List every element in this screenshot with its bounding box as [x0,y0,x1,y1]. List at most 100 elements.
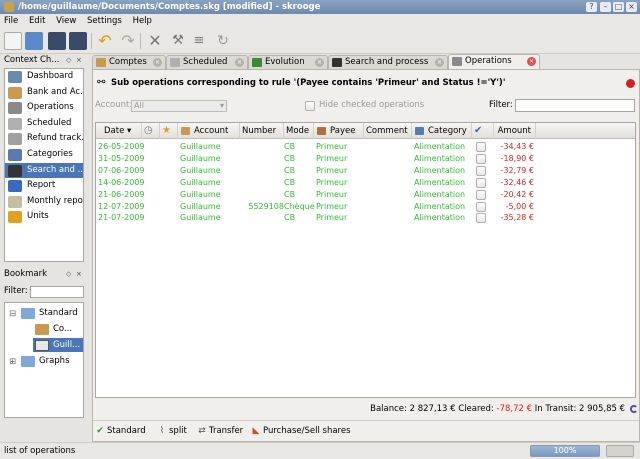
column-header-2[interactable]: ★ [160,123,178,139]
close-tab-icon[interactable]: × [235,58,244,67]
categories-icon [8,148,22,161]
context-item-1[interactable]: Bank and Ac... [5,85,83,101]
operations-bookmark-icon [35,340,49,351]
bookmark-comptes[interactable]: Co... [53,322,72,336]
undo-icon[interactable]: ↶ [96,32,114,50]
bookmark-graphs[interactable]: Graphs [39,354,70,368]
column-header-3[interactable]: Account [178,123,240,139]
status-checkbox[interactable] [476,153,486,164]
context-item-0[interactable]: Dashboard [5,69,83,85]
column-header-5[interactable]: Mode [284,123,314,139]
context-item-4[interactable]: Refund track... [5,131,83,147]
context-item-8[interactable]: Monthly repor [5,194,83,210]
save-icon[interactable] [48,32,66,50]
report-icon [8,180,22,193]
split-button[interactable]: ⌇ split [157,425,187,437]
menu-file[interactable]: File [4,16,18,26]
status-checkbox[interactable] [476,213,486,224]
float-bookmark-icon[interactable]: ◇ [66,268,71,280]
tab-4[interactable]: Operations × [448,54,540,69]
table-row[interactable]: 21-07-2009 Guillaume CB Primeur Alimentation… [96,212,635,224]
cell-category: Alimentation [414,213,466,223]
close-tab-icon[interactable]: × [435,58,444,67]
table-row[interactable]: 31-05-2009 Guillaume CB Primeur Alimentation… [96,153,635,165]
column-header-9[interactable]: ✔ [472,123,494,139]
tab-2[interactable]: Evolution × [248,55,328,69]
redo-icon[interactable]: ↷ [119,32,137,50]
close-rule-icon[interactable] [626,79,635,88]
title-bar[interactable]: /home/guillaume/Documents/Comptes.skg [m… [0,0,640,14]
status-checkbox[interactable] [476,189,486,200]
column-header-1[interactable]: ◷ [142,123,160,139]
tab-3[interactable]: Search and process × [328,55,448,69]
bookmark-standard[interactable]: Standard [39,306,78,320]
purchase-sell-button[interactable]: ◣ Purchase/Sell shares [251,425,351,437]
new-document-icon[interactable] [4,32,22,50]
tab-1[interactable]: Scheduled × [166,55,248,69]
cell-mode: CB [284,153,296,163]
settings-sliders-icon[interactable]: ≡ [190,32,208,50]
bookmark-filter-input[interactable] [30,286,84,298]
refresh-icon[interactable]: ↻ [214,32,232,50]
hide-checked-checkbox[interactable] [305,101,315,111]
delete-icon[interactable]: ✕ [146,32,164,50]
close-tab-icon[interactable]: × [315,58,324,67]
context-item-5[interactable]: Categories [5,147,83,163]
status-checkbox[interactable] [476,177,486,188]
menu-edit[interactable]: Edit [29,16,45,26]
bookmark-guillaume[interactable]: Guill... [53,338,80,352]
context-item-label: Categories [27,148,73,159]
open-icon[interactable] [25,32,43,50]
context-item-9[interactable]: Units [5,209,83,225]
status-checkbox[interactable] [476,142,486,152]
column-header-7[interactable]: Comment [364,123,412,139]
status-checkbox[interactable] [476,201,486,212]
column-header-0[interactable]: Date ▾ [96,123,142,139]
table-row[interactable]: 07-06-2009 Guillaume CB Primeur Alimentation… [96,165,635,177]
close-tab-icon[interactable]: × [527,57,536,66]
cell-number: 5529108 [248,201,284,211]
cell-payee: Primeur [316,142,348,151]
table-row[interactable]: 14-06-2009 Guillaume CB Primeur Alimentation… [96,177,635,189]
context-item-7[interactable]: Report [5,178,83,194]
close-tab-icon[interactable]: × [153,58,162,67]
account-select[interactable]: All ▾ [131,100,227,112]
status-checkbox[interactable] [476,165,486,176]
column-header-6[interactable]: Payee [314,123,364,139]
column-header-8[interactable]: Category [412,123,472,139]
stop-button[interactable] [606,445,634,457]
standard-button[interactable]: ✔ Standard [95,425,145,437]
menu-settings[interactable]: Settings [87,16,122,26]
column-header-10[interactable]: Amount [494,123,536,139]
close-dock-icon[interactable]: × [76,54,82,66]
context-dock-header: Context Ch... ◇ × [2,54,86,66]
context-item-3[interactable]: Scheduled [5,116,83,132]
context-item-6[interactable]: Search and ... [5,162,83,179]
table-row[interactable]: 12-07-2009 Guillaume 5529108 Chèque Primeur A… [96,201,635,213]
filter-input[interactable] [515,99,635,112]
edit-tools-icon[interactable]: ⚒ [169,32,187,50]
transfer-button[interactable]: ⇄ Transfer [197,425,243,437]
toolbar: ↶ ↷ ✕ ⚒ ≡ ↻ [0,28,640,54]
tab-label: Scheduled [183,57,228,67]
save-as-icon[interactable] [69,32,87,50]
tab-label: Evolution [265,57,305,67]
maximize-icon[interactable]: □ [613,2,624,12]
float-dock-icon[interactable]: ◇ [66,54,71,66]
menu-view[interactable]: View [56,16,76,26]
column-header-4[interactable]: Number [240,123,284,139]
help-window-icon[interactable]: ? [586,2,597,12]
menu-help[interactable]: Help [133,16,152,26]
collapse-icon[interactable]: ⊟ [9,307,16,321]
table-row[interactable]: 26-05-2009 Guillaume CB Primeur Alimentation… [96,141,635,153]
tab-bar: Comptes × Scheduled × Evolution × Search and p… [92,54,640,69]
expand-icon[interactable]: ⊞ [9,355,16,369]
tab-0[interactable]: Comptes × [92,55,166,69]
close-window-icon[interactable]: × [626,2,637,12]
close-bookmark-icon[interactable]: × [76,268,82,280]
table-row[interactable]: 21-06-2009 Guillaume CB Primeur Alimentation… [96,189,635,201]
cell-account: Guillaume [180,177,221,187]
minimize-icon[interactable]: – [600,2,611,12]
hide-checked-label: Hide checked operations [319,100,425,110]
context-item-2[interactable]: Operations [5,100,83,116]
